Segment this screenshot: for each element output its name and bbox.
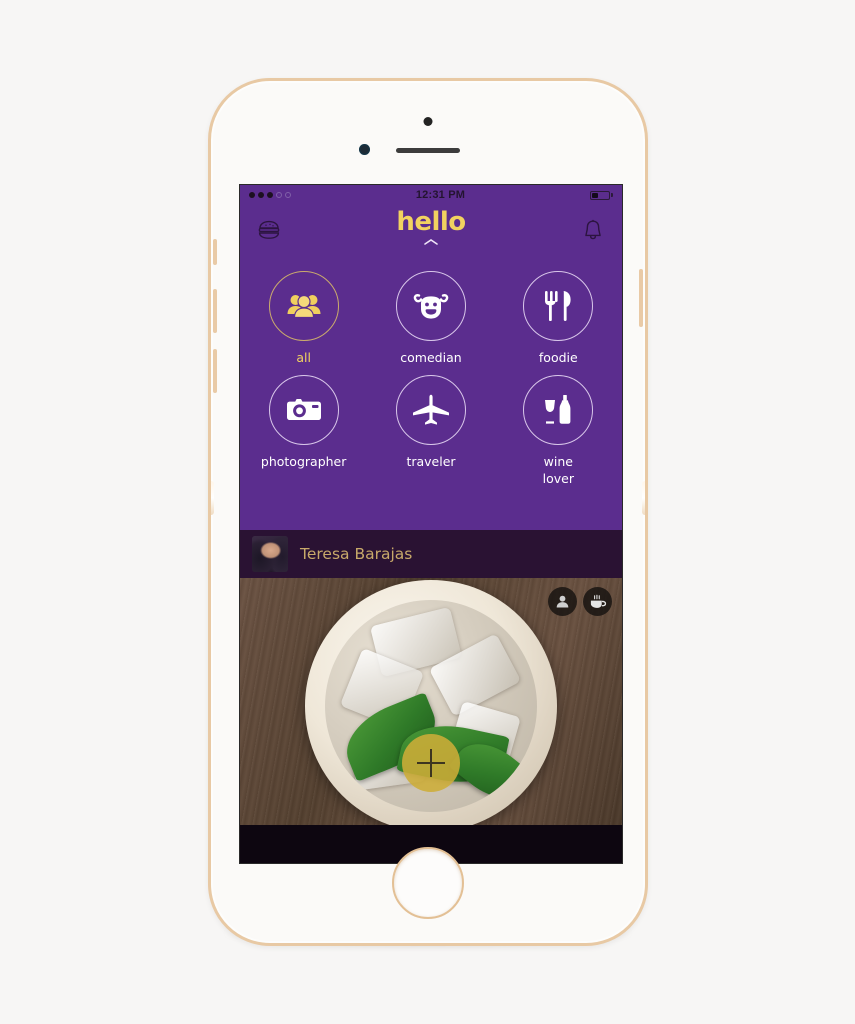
category-circle [395,271,466,341]
phone-rim-highlight-left [211,481,214,515]
cow-face-icon [413,294,449,319]
chevron-up-icon[interactable] [423,238,439,249]
app-logo-block: hello [240,209,622,249]
category-grid: all comedian foodie photographer travele… [240,255,622,530]
volume-down-button[interactable] [213,349,217,393]
proximity-sensor [359,144,370,155]
earpiece-speaker [396,148,460,153]
category-label: wine lover [543,454,574,488]
battery-shell [589,190,610,200]
volume-up-button[interactable] [213,289,217,333]
signal-dot [267,192,273,198]
fork-knife-icon [545,291,571,321]
category-label: foodie [538,350,578,365]
battery-icon [589,190,613,200]
post-author-name[interactable]: Teresa Barajas [300,545,412,563]
post-header[interactable]: Teresa Barajas [240,530,622,578]
phone-screen: 12:31 PM hello all comedian foodie photo… [239,184,623,864]
coffee-glyph [590,594,606,608]
coffee-cup-icon[interactable] [583,587,612,616]
category-item-photographer[interactable]: photographer [250,374,358,488]
category-label-line2: lover [542,470,574,486]
phone-mockup: 12:31 PM hello all comedian foodie photo… [208,78,648,946]
category-label: comedian [400,350,462,365]
battery-fill [591,192,599,198]
phone-body: 12:31 PM hello all comedian foodie photo… [208,78,648,946]
category-circle [268,271,339,341]
status-bar-time: 12:31 PM [415,189,466,201]
phone-rim-highlight-right [642,481,645,515]
avatar[interactable] [252,536,288,572]
status-bar: 12:31 PM [240,185,622,205]
signal-dot [285,192,291,198]
category-item-wine-lover[interactable]: wine lover [504,374,612,488]
category-circle [523,374,594,445]
category-item-traveler[interactable]: traveler [377,374,485,488]
category-label: photographer [260,453,347,469]
category-circle [523,271,594,341]
photo-badges [548,587,612,616]
home-button[interactable] [392,847,464,919]
signal-dot [249,192,255,198]
airplane-icon [412,394,449,425]
category-label: all [296,350,311,365]
add-post-fab[interactable] [402,734,460,792]
signal-strength-indicator [249,192,291,198]
power-button[interactable] [639,269,643,327]
category-label-line1: wine [543,453,573,469]
camera-icon [286,398,321,420]
category-row: photographer traveler wine lover [240,374,622,488]
front-camera [423,117,433,126]
signal-dot [258,192,264,198]
category-row: all comedian foodie [240,271,622,367]
bell-icon[interactable] [578,215,608,245]
plus-icon [430,749,432,777]
category-item-comedian[interactable]: comedian [377,271,485,367]
silent-switch[interactable] [213,239,217,265]
app-logo-text: hello [396,207,466,237]
category-circle [395,374,466,445]
post-photo[interactable] [240,578,622,825]
group-people-icon [287,294,321,319]
person-icon[interactable] [548,587,577,616]
wine-glass-bottle-icon [545,394,571,424]
battery-cap [610,193,613,197]
person-glyph [556,595,569,608]
category-item-all[interactable]: all [250,271,358,367]
category-label: traveler [406,453,456,469]
user-avatar-photo [252,536,288,572]
hamburger-burger-icon[interactable] [254,215,284,245]
category-circle [268,374,339,445]
signal-dot [276,192,282,198]
category-item-foodie[interactable]: foodie [504,271,612,367]
app-header: hello [240,205,622,255]
